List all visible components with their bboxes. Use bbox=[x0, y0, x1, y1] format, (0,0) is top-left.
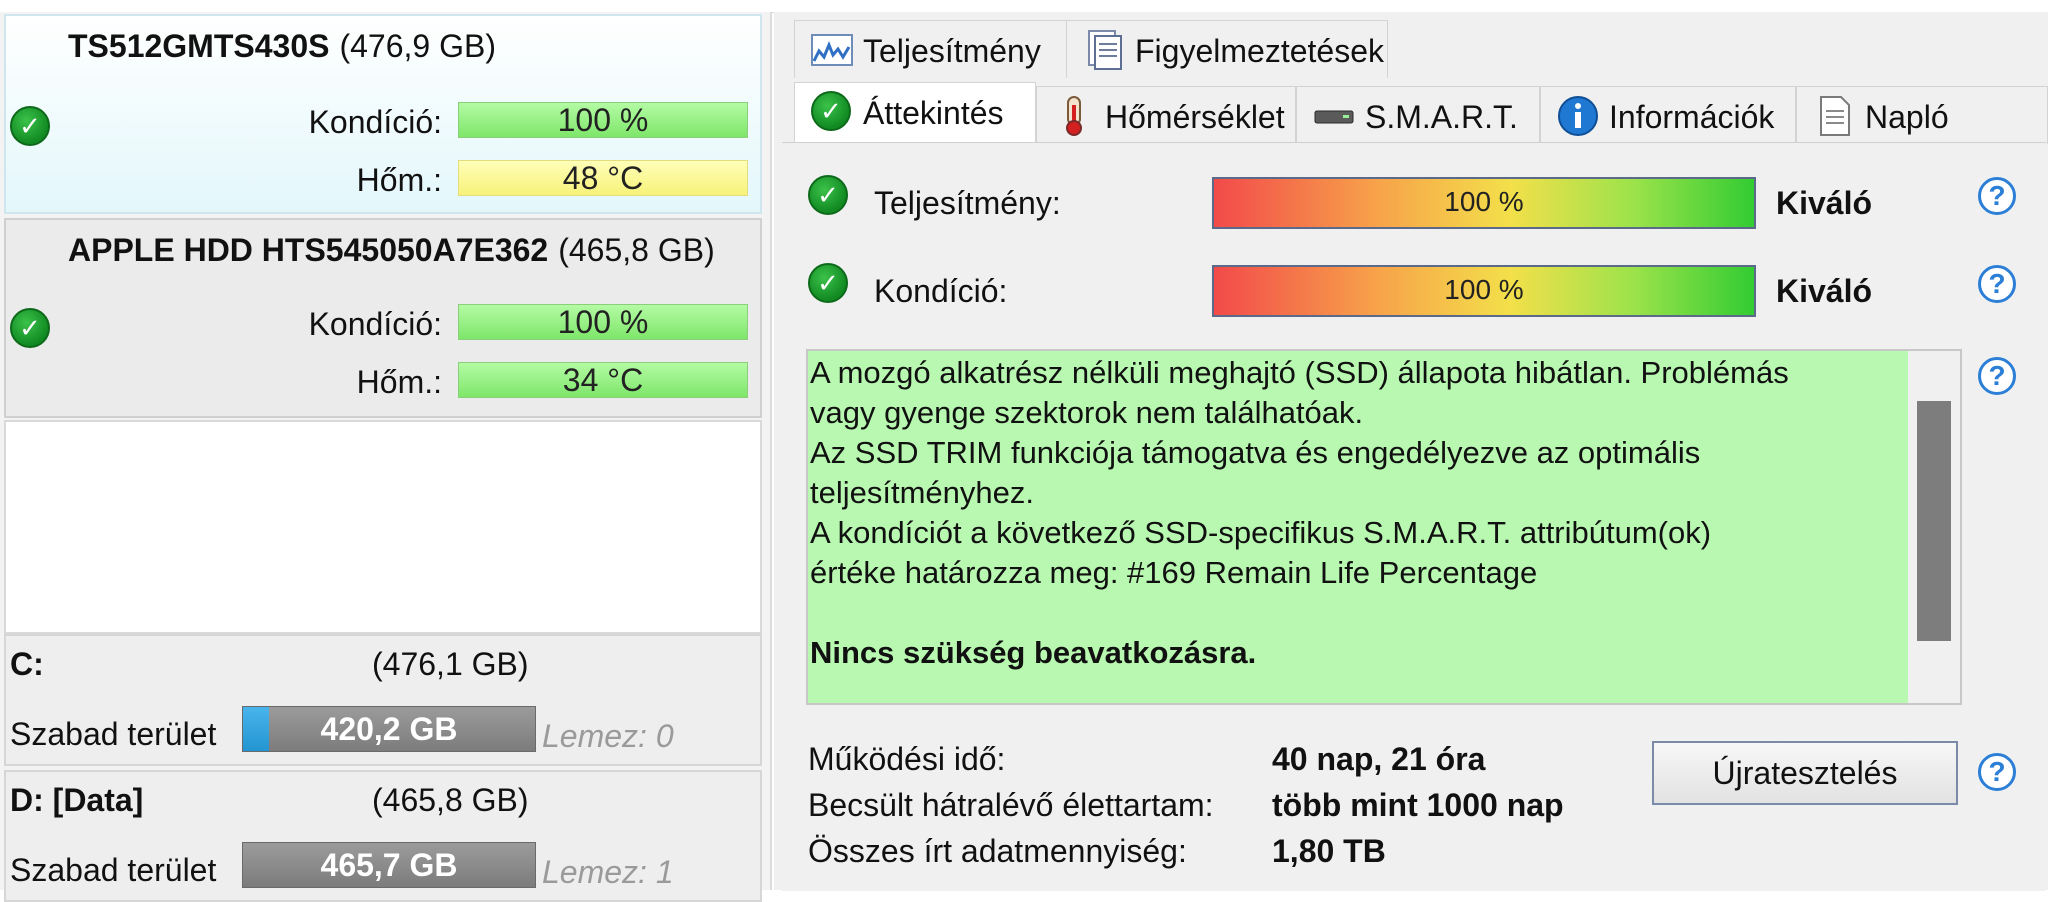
message-line: A mozgó alkatrész nélküli meghajtó (SSD)… bbox=[810, 355, 1789, 390]
message-line: Az SSD TRIM funkciója támogatva és enged… bbox=[810, 435, 1701, 470]
free-space-label: Szabad terület bbox=[10, 716, 217, 752]
status-message-box[interactable]: A mozgó alkatrész nélküli meghajtó (SSD)… bbox=[806, 349, 1962, 705]
status-message-text: A mozgó alkatrész nélküli meghajtó (SSD)… bbox=[810, 353, 1910, 673]
lifetime-label: Becsült hátralévő élettartam: bbox=[808, 787, 1214, 823]
tab-information[interactable]: Információk bbox=[1540, 86, 1796, 144]
info-icon bbox=[1558, 96, 1598, 136]
message-scrollbar[interactable] bbox=[1908, 351, 1960, 703]
message-conclusion: Nincs szükség beavatkozásra. bbox=[810, 635, 1257, 670]
temp-meter: 48 °C bbox=[458, 160, 748, 196]
health-label: Kondíció: bbox=[874, 273, 1008, 309]
performance-chart-icon bbox=[811, 34, 853, 66]
free-space-bar: 420,2 GB bbox=[242, 706, 536, 752]
tab-temperature[interactable]: Hőmérséklet bbox=[1036, 86, 1296, 144]
message-line: értéke határozza meg: #169 Remain Life P… bbox=[810, 555, 1538, 590]
uptime-label: Működési idő: bbox=[808, 741, 1006, 777]
check-icon: ✓ bbox=[808, 263, 848, 303]
volume-c[interactable]: C: (476,1 GB) Szabad terület 420,2 GB Le… bbox=[4, 634, 762, 766]
help-icon[interactable]: ? bbox=[1978, 177, 2016, 215]
help-icon[interactable]: ? bbox=[1978, 265, 2016, 303]
volume-size: (476,1 GB) bbox=[372, 646, 529, 682]
volume-disk-number: Lemez: 1 bbox=[542, 854, 674, 890]
performance-bar: 100 % bbox=[1212, 177, 1756, 229]
tab-label: Teljesítmény bbox=[863, 33, 1041, 69]
tab-log[interactable]: Napló bbox=[1796, 86, 2048, 144]
disk-list-pane: TS512GMTS430S (476,9 GB) ✓ Kondíció: 100 … bbox=[0, 12, 772, 902]
message-line: vagy gyenge szektorok nem találhatóak. bbox=[810, 395, 1364, 430]
tab-label: Hőmérséklet bbox=[1105, 99, 1285, 135]
temp-label: Hőm.: bbox=[356, 162, 442, 198]
written-value: 1,80 TB bbox=[1272, 833, 1386, 869]
volume-d[interactable]: D: [Data] (465,8 GB) Szabad terület 465,… bbox=[4, 770, 762, 902]
check-icon: ✓ bbox=[10, 106, 50, 146]
check-icon: ✓ bbox=[811, 91, 851, 131]
check-icon: ✓ bbox=[10, 308, 50, 348]
health-label: Kondíció: bbox=[308, 306, 442, 342]
written-label: Összes írt adatmennyiség: bbox=[808, 833, 1187, 869]
message-line: teljesítményhez. bbox=[810, 475, 1034, 510]
scrollbar-thumb[interactable] bbox=[1917, 401, 1951, 641]
volume-size: (465,8 GB) bbox=[372, 782, 529, 818]
disk-name: APPLE HDD HTS545050A7E362 bbox=[68, 232, 549, 268]
tab-overview[interactable]: ✓ Áttekintés bbox=[794, 82, 1036, 144]
disk-card-0[interactable]: TS512GMTS430S (476,9 GB) ✓ Kondíció: 100 … bbox=[4, 14, 762, 214]
tab-performance[interactable]: Teljesítmény bbox=[794, 20, 1084, 78]
performance-rating: Kiváló bbox=[1776, 185, 1873, 221]
performance-label: Teljesítmény: bbox=[874, 185, 1061, 221]
tab-label: Információk bbox=[1609, 99, 1775, 135]
used-space-fill bbox=[243, 707, 269, 751]
uptime-value: 40 nap, 21 óra bbox=[1272, 741, 1486, 777]
tab-smart[interactable]: S.M.A.R.T. bbox=[1296, 86, 1540, 144]
disk-list-empty-area bbox=[4, 420, 762, 634]
details-pane: Teljesítmény Figyelmeztetések ✓ Áttekint… bbox=[774, 12, 2048, 891]
temp-label: Hőm.: bbox=[356, 364, 442, 400]
health-label: Kondíció: bbox=[308, 104, 442, 140]
check-icon: ✓ bbox=[808, 175, 848, 215]
disk-name: TS512GMTS430S bbox=[68, 28, 330, 64]
health-meter: 100 % bbox=[458, 304, 748, 340]
help-icon[interactable]: ? bbox=[1978, 753, 2016, 791]
health-bar: 100 % bbox=[1212, 265, 1756, 317]
health-meter: 100 % bbox=[458, 102, 748, 138]
free-space-label: Szabad terület bbox=[10, 852, 217, 888]
disk-title: APPLE HDD HTS545050A7E362 (465,8 GB) bbox=[68, 232, 715, 269]
message-line: A kondíciót a következő SSD-specifikus S… bbox=[810, 515, 1712, 550]
tab-warnings[interactable]: Figyelmeztetések bbox=[1066, 20, 1388, 78]
temp-meter: 34 °C bbox=[458, 362, 748, 398]
volume-letter: D: [Data] bbox=[10, 782, 144, 818]
document-icon bbox=[1088, 30, 1122, 70]
disk-size: (465,8 GB) bbox=[558, 232, 715, 268]
drive-icon bbox=[1314, 110, 1354, 124]
free-space-bar: 465,7 GB bbox=[242, 842, 536, 888]
lifetime-value: több mint 1000 nap bbox=[1272, 787, 1564, 823]
tab-label: Figyelmeztetések bbox=[1135, 33, 1384, 69]
tab-label: Napló bbox=[1865, 99, 1949, 135]
tab-label: Áttekintés bbox=[863, 95, 1004, 131]
tab-label: S.M.A.R.T. bbox=[1365, 99, 1518, 135]
disk-title: TS512GMTS430S (476,9 GB) bbox=[68, 28, 496, 65]
help-icon[interactable]: ? bbox=[1978, 357, 2016, 395]
overview-panel: ✓ Teljesítmény: 100 % Kiváló ? ✓ Kondíci… bbox=[782, 142, 2046, 891]
thermometer-icon bbox=[1066, 96, 1082, 136]
health-rating: Kiváló bbox=[1776, 273, 1873, 309]
disk-card-1[interactable]: APPLE HDD HTS545050A7E362 (465,8 GB) ✓ Ko… bbox=[4, 218, 762, 418]
volume-letter: C: bbox=[10, 646, 44, 682]
disk-size: (476,9 GB) bbox=[339, 28, 496, 64]
free-space-value: 420,2 GB bbox=[320, 711, 458, 747]
free-space-value: 465,7 GB bbox=[320, 847, 458, 883]
log-icon bbox=[1820, 96, 1850, 136]
volume-disk-number: Lemez: 0 bbox=[542, 718, 674, 754]
retest-button[interactable]: Újratesztelés bbox=[1652, 741, 1958, 805]
